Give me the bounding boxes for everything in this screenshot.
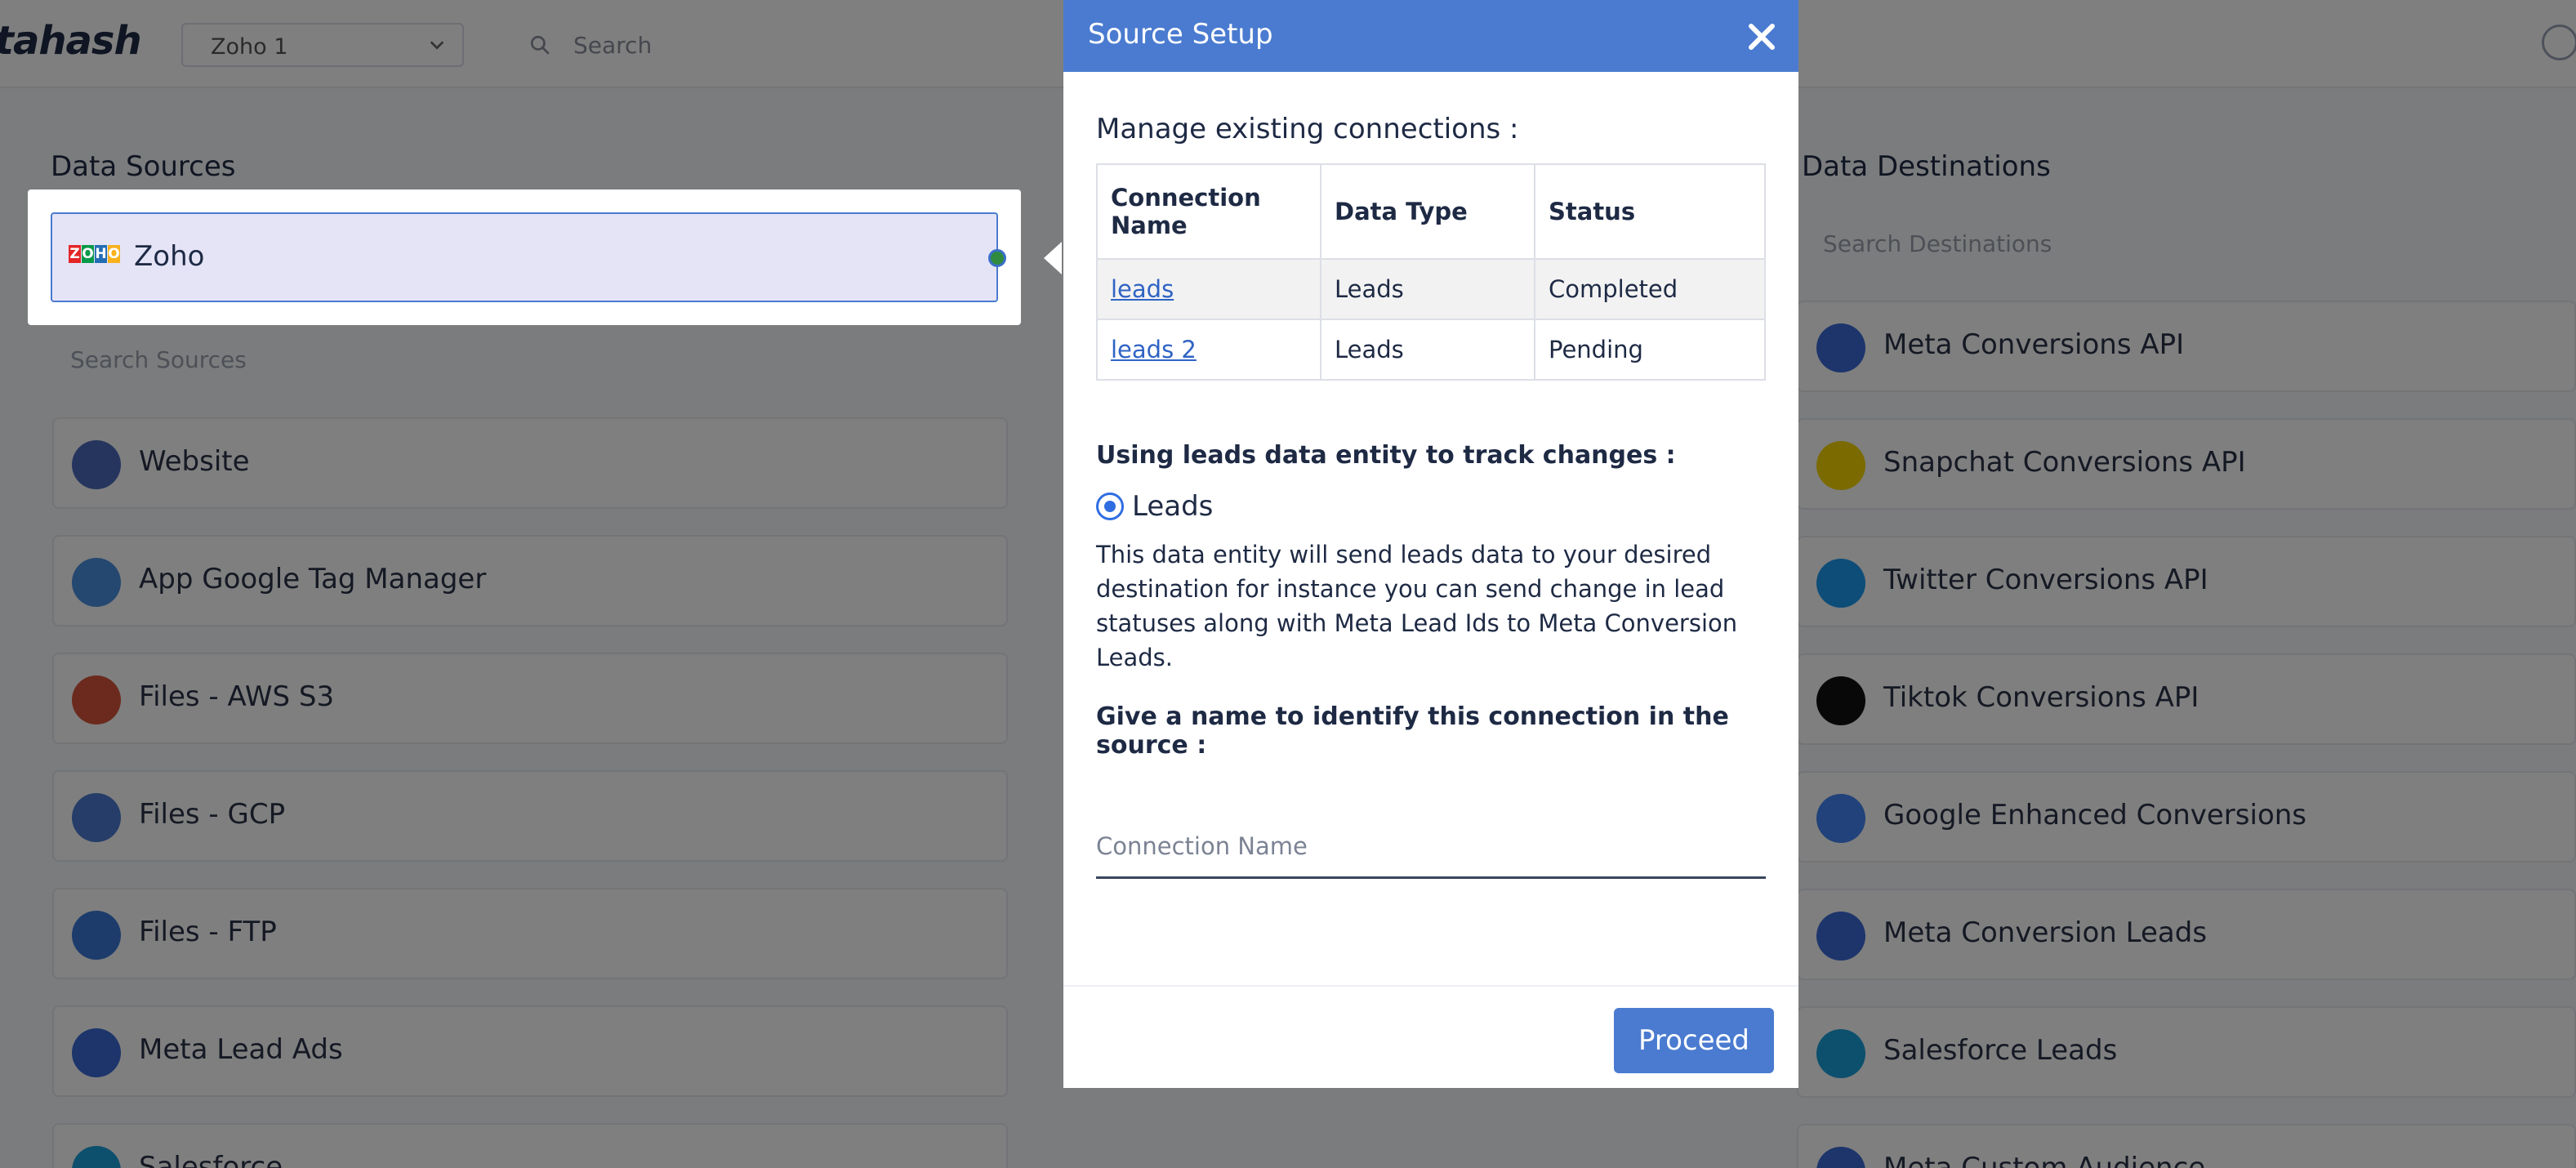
entity-radio-option[interactable]: Leads	[1096, 488, 1213, 524]
selected-source-label: Zoho	[134, 240, 205, 273]
modal-title: Source Setup	[1088, 18, 1273, 51]
connection-name-label: Give a name to identify this connection …	[1096, 702, 1729, 760]
header-connection-name: Connection Name	[1096, 163, 1321, 260]
entity-description: This data entity will send leads data to…	[1096, 541, 1738, 671]
selected-source-card: ZOHO Zoho	[28, 189, 1021, 325]
data-type-cell: Leads	[1320, 258, 1535, 320]
leads-radio[interactable]	[1096, 493, 1124, 520]
entity-label: Using leads data entity to track changes…	[1096, 441, 1676, 470]
app-root: tahash Zoho 1 Search Data Sources Search…	[0, 0, 2576, 1168]
source-setup-modal: Source Setup Manage existing connections…	[1063, 0, 1798, 1088]
connections-table: Connection Name Data Type Status leads L…	[1096, 163, 1766, 381]
connection-link[interactable]: leads	[1111, 275, 1174, 303]
leads-radio-label: Leads	[1132, 490, 1214, 523]
connection-name-cell: leads	[1096, 258, 1321, 320]
close-icon	[1749, 24, 1775, 50]
header-status: Status	[1534, 163, 1766, 260]
close-button[interactable]	[1741, 16, 1782, 57]
connector-dot[interactable]	[988, 249, 1006, 267]
table-header-row: Connection Name Data Type Status	[1096, 163, 1766, 260]
status-cell: Completed	[1534, 258, 1766, 320]
data-type-cell: Leads	[1320, 319, 1535, 381]
manage-connections-label: Manage existing connections :	[1096, 113, 1519, 145]
proceed-button[interactable]: Proceed	[1614, 1008, 1774, 1073]
modal-pointer	[1044, 242, 1062, 274]
table-row: leads Leads Completed	[1096, 258, 1766, 320]
modal-header: Source Setup	[1063, 0, 1798, 72]
status-cell: Pending	[1534, 319, 1766, 381]
zoho-icon: ZOHO	[69, 245, 120, 263]
connection-link[interactable]: leads 2	[1111, 336, 1197, 363]
connection-name-input[interactable]	[1096, 815, 1766, 879]
table-row: leads 2 Leads Pending	[1096, 319, 1766, 381]
selected-source-item[interactable]: ZOHO Zoho	[51, 212, 998, 302]
modal-footer: Proceed	[1063, 985, 1798, 1088]
connection-name-cell: leads 2	[1096, 319, 1321, 381]
header-data-type: Data Type	[1320, 163, 1535, 260]
